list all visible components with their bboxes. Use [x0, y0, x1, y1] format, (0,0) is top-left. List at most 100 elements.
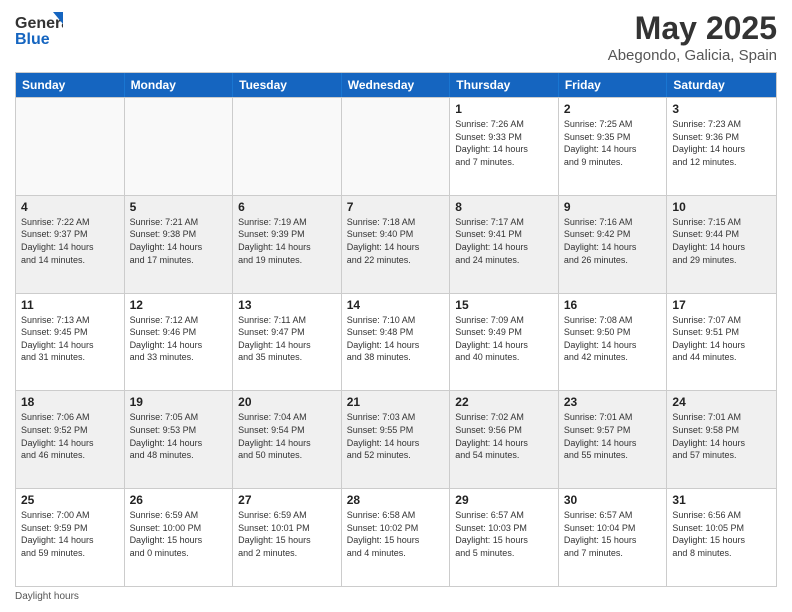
day-number: 1 [455, 102, 553, 116]
calendar-header: SundayMondayTuesdayWednesdayThursdayFrid… [16, 73, 776, 97]
calendar-cell: 14Sunrise: 7:10 AM Sunset: 9:48 PM Dayli… [342, 294, 451, 391]
calendar-cell: 24Sunrise: 7:01 AM Sunset: 9:58 PM Dayli… [667, 391, 776, 488]
calendar-cell: 22 Sunrise: 7:02 AM Sunset: 9:56 PM Dayli… [450, 391, 559, 488]
day-info: Sunrise: 6:57 AM Sunset: 10:03 PM Daylig… [455, 509, 553, 559]
calendar-cell: 10 Sunrise: 7:15 AM Sunset: 9:44 PM Dayli… [667, 196, 776, 293]
day-info: Sunrise: 6:59 AM Sunset: 10:00 PM Daylig… [130, 509, 228, 559]
day-number: 13 [238, 298, 336, 312]
day-info: Sunrise: 7:05 AM Sunset: 9:53 PM Dayligh… [130, 411, 228, 461]
day-number: 5 [130, 200, 228, 214]
calendar-cell: 28Sunrise: 6:58 AM Sunset: 10:02 PM Dayl… [342, 489, 451, 586]
calendar-row: 25 Sunrise: 7:00 AM Sunset: 9:59 PM Dayli… [16, 488, 776, 586]
day-info: Sunrise: 6:59 AM Sunset: 10:01 PM Daylig… [238, 509, 336, 559]
calendar-cell: 30Sunrise: 6:57 AM Sunset: 10:04 PM Dayl… [559, 489, 668, 586]
day-number: 18 [21, 395, 119, 409]
calendar-cell: 17 Sunrise: 7:07 AM Sunset: 9:51 PM Dayli… [667, 294, 776, 391]
day-info: Sunrise: 7:08 AM Sunset: 9:50 PM Dayligh… [564, 314, 662, 364]
day-number: 4 [21, 200, 119, 214]
weekday-header: Friday [559, 73, 668, 97]
day-info: Sunrise: 7:07 AM Sunset: 9:51 PM Dayligh… [672, 314, 771, 364]
day-info: Sunrise: 7:22 AM Sunset: 9:37 PM Dayligh… [21, 216, 119, 266]
weekday-header: Thursday [450, 73, 559, 97]
calendar-cell [125, 98, 234, 195]
logo-icon: General Blue [15, 10, 63, 48]
calendar-row: 11 Sunrise: 7:13 AM Sunset: 9:45 PM Dayli… [16, 293, 776, 391]
day-info: Sunrise: 7:25 AM Sunset: 9:35 PM Dayligh… [564, 118, 662, 168]
subtitle: Abegondo, Galicia, Spain [608, 47, 777, 64]
day-info: Sunrise: 7:12 AM Sunset: 9:46 PM Dayligh… [130, 314, 228, 364]
day-number: 3 [672, 102, 771, 116]
calendar-cell: 13 Sunrise: 7:11 AM Sunset: 9:47 PM Dayli… [233, 294, 342, 391]
day-number: 9 [564, 200, 662, 214]
day-info: Sunrise: 7:13 AM Sunset: 9:45 PM Dayligh… [21, 314, 119, 364]
calendar-cell: 6 Sunrise: 7:19 AM Sunset: 9:39 PM Daylig… [233, 196, 342, 293]
day-number: 17 [672, 298, 771, 312]
calendar-cell [342, 98, 451, 195]
day-info: Sunrise: 7:15 AM Sunset: 9:44 PM Dayligh… [672, 216, 771, 266]
day-number: 27 [238, 493, 336, 507]
title-block: May 2025 Abegondo, Galicia, Spain [608, 10, 777, 64]
calendar-cell: 8 Sunrise: 7:17 AM Sunset: 9:41 PM Daylig… [450, 196, 559, 293]
day-number: 23 [564, 395, 662, 409]
calendar-row: 1Sunrise: 7:26 AM Sunset: 9:33 PM Daylig… [16, 97, 776, 195]
day-info: Sunrise: 7:23 AM Sunset: 9:36 PM Dayligh… [672, 118, 771, 168]
calendar-cell: 9 Sunrise: 7:16 AM Sunset: 9:42 PM Daylig… [559, 196, 668, 293]
day-number: 19 [130, 395, 228, 409]
calendar-cell: 5 Sunrise: 7:21 AM Sunset: 9:38 PM Daylig… [125, 196, 234, 293]
calendar-cell: 16 Sunrise: 7:08 AM Sunset: 9:50 PM Dayli… [559, 294, 668, 391]
day-info: Sunrise: 7:03 AM Sunset: 9:55 PM Dayligh… [347, 411, 445, 461]
day-number: 16 [564, 298, 662, 312]
day-number: 26 [130, 493, 228, 507]
calendar-cell: 29 Sunrise: 6:57 AM Sunset: 10:03 PM Dayl… [450, 489, 559, 586]
calendar: SundayMondayTuesdayWednesdayThursdayFrid… [15, 72, 777, 587]
day-number: 20 [238, 395, 336, 409]
calendar-cell: 2Sunrise: 7:25 AM Sunset: 9:35 PM Daylig… [559, 98, 668, 195]
day-number: 8 [455, 200, 553, 214]
calendar-cell: 7Sunrise: 7:18 AM Sunset: 9:40 PM Daylig… [342, 196, 451, 293]
day-info: Sunrise: 7:00 AM Sunset: 9:59 PM Dayligh… [21, 509, 119, 559]
calendar-cell: 20Sunrise: 7:04 AM Sunset: 9:54 PM Dayli… [233, 391, 342, 488]
weekday-header: Tuesday [233, 73, 342, 97]
calendar-row: 4 Sunrise: 7:22 AM Sunset: 9:37 PM Daylig… [16, 195, 776, 293]
calendar-cell: 23 Sunrise: 7:01 AM Sunset: 9:57 PM Dayli… [559, 391, 668, 488]
day-info: Sunrise: 7:11 AM Sunset: 9:47 PM Dayligh… [238, 314, 336, 364]
day-info: Sunrise: 7:01 AM Sunset: 9:58 PM Dayligh… [672, 411, 771, 461]
calendar-cell: 31 Sunrise: 6:56 AM Sunset: 10:05 PM Dayl… [667, 489, 776, 586]
day-number: 6 [238, 200, 336, 214]
day-info: Sunrise: 7:06 AM Sunset: 9:52 PM Dayligh… [21, 411, 119, 461]
weekday-header: Wednesday [342, 73, 451, 97]
day-number: 10 [672, 200, 771, 214]
day-info: Sunrise: 7:18 AM Sunset: 9:40 PM Dayligh… [347, 216, 445, 266]
calendar-cell: 11 Sunrise: 7:13 AM Sunset: 9:45 PM Dayli… [16, 294, 125, 391]
weekday-header: Monday [125, 73, 234, 97]
day-number: 21 [347, 395, 445, 409]
day-number: 30 [564, 493, 662, 507]
day-number: 31 [672, 493, 771, 507]
main-title: May 2025 [608, 10, 777, 47]
calendar-cell [16, 98, 125, 195]
day-info: Sunrise: 7:21 AM Sunset: 9:38 PM Dayligh… [130, 216, 228, 266]
day-info: Sunrise: 7:10 AM Sunset: 9:48 PM Dayligh… [347, 314, 445, 364]
day-number: 15 [455, 298, 553, 312]
day-info: Sunrise: 6:56 AM Sunset: 10:05 PM Daylig… [672, 509, 771, 559]
day-info: Sunrise: 7:17 AM Sunset: 9:41 PM Dayligh… [455, 216, 553, 266]
svg-text:General: General [15, 15, 63, 32]
calendar-cell: 15Sunrise: 7:09 AM Sunset: 9:49 PM Dayli… [450, 294, 559, 391]
calendar-cell: 18 Sunrise: 7:06 AM Sunset: 9:52 PM Dayli… [16, 391, 125, 488]
calendar-cell: 21 Sunrise: 7:03 AM Sunset: 9:55 PM Dayli… [342, 391, 451, 488]
day-info: Sunrise: 7:01 AM Sunset: 9:57 PM Dayligh… [564, 411, 662, 461]
day-number: 12 [130, 298, 228, 312]
calendar-cell: 27 Sunrise: 6:59 AM Sunset: 10:01 PM Dayl… [233, 489, 342, 586]
footer-note: Daylight hours [15, 587, 777, 602]
day-number: 29 [455, 493, 553, 507]
calendar-cell: 25 Sunrise: 7:00 AM Sunset: 9:59 PM Dayli… [16, 489, 125, 586]
day-number: 11 [21, 298, 119, 312]
day-info: Sunrise: 7:02 AM Sunset: 9:56 PM Dayligh… [455, 411, 553, 461]
day-info: Sunrise: 7:16 AM Sunset: 9:42 PM Dayligh… [564, 216, 662, 266]
day-number: 25 [21, 493, 119, 507]
calendar-cell: 12 Sunrise: 7:12 AM Sunset: 9:46 PM Dayli… [125, 294, 234, 391]
calendar-cell: 3 Sunrise: 7:23 AM Sunset: 9:36 PM Daylig… [667, 98, 776, 195]
day-info: Sunrise: 7:19 AM Sunset: 9:39 PM Dayligh… [238, 216, 336, 266]
day-number: 22 [455, 395, 553, 409]
calendar-cell [233, 98, 342, 195]
